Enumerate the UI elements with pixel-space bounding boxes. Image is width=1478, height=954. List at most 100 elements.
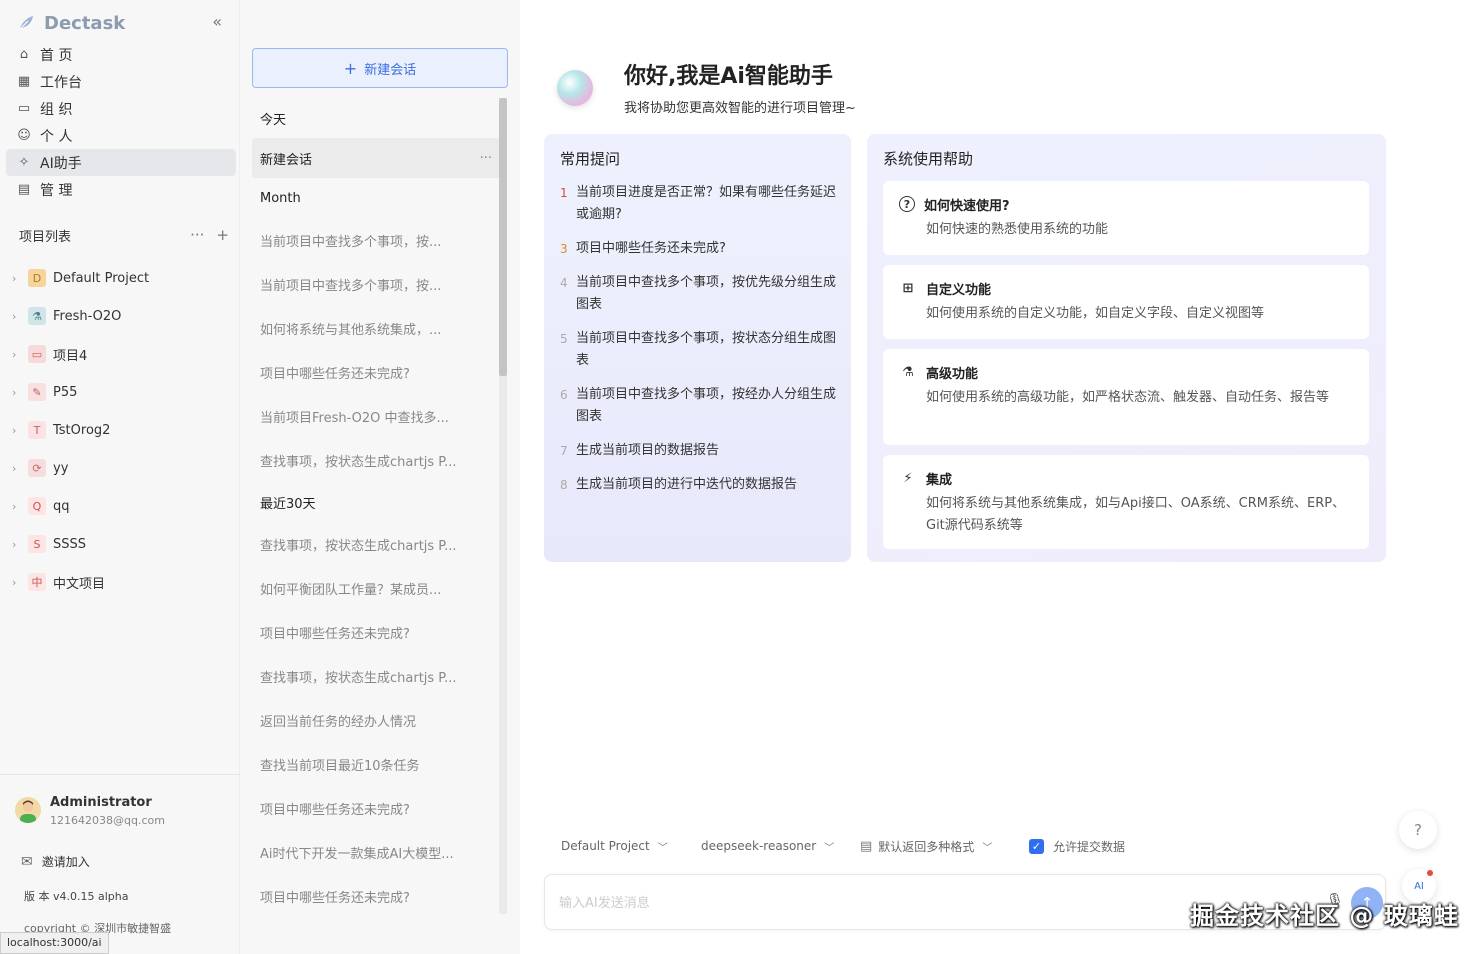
allow-submit-checkbox[interactable]: ✓ 允许提交数据 xyxy=(1029,836,1125,856)
collapse-sidebar-icon[interactable]: « xyxy=(212,12,222,31)
user-icon: ☺ xyxy=(17,128,31,143)
prompt-item[interactable]: 7 生成当前项目的数据报告 xyxy=(560,440,836,462)
project-select[interactable]: Default Project ﹀ xyxy=(561,836,668,856)
nav-item-label: 管 理 xyxy=(40,182,73,199)
project-badge-icon: ⚗ xyxy=(28,307,46,325)
format-select[interactable]: ▤ 默认返回多种格式 ﹀ xyxy=(860,836,992,856)
conversation-item[interactable]: 当前项目Fresh-O2O 中查找多... xyxy=(252,394,500,438)
manage-icon: ▤ xyxy=(17,182,31,197)
message-input[interactable] xyxy=(559,891,1299,915)
grid-icon: ▦ xyxy=(17,74,31,89)
conversation-label: 新建会话 xyxy=(260,152,313,168)
project-item[interactable]: › T TstOrog2 xyxy=(12,411,232,449)
chevron-right-icon[interactable]: › xyxy=(12,424,26,437)
prompt-item[interactable]: 3 项目中哪些任务还未完成? xyxy=(560,238,836,260)
prompt-text: 项目中哪些任务还未完成? xyxy=(576,241,726,256)
chevron-right-icon[interactable]: › xyxy=(12,310,26,323)
help-item-header: ⚗ 高级功能 xyxy=(899,361,1353,383)
project-item[interactable]: › S SSSS xyxy=(12,525,232,563)
nav-item[interactable]: ✧ AI助手 xyxy=(6,149,236,176)
prompt-item[interactable]: 5 当前项目中查找多个事项，按状态分组生成图表 xyxy=(560,328,836,372)
conversation-item[interactable]: 项目中哪些任务还未完成? xyxy=(252,350,500,394)
avatar[interactable] xyxy=(15,797,41,823)
help-item[interactable]: ? 如何快速使用? 如何快速的熟悉使用系统的功能 xyxy=(883,181,1369,255)
chevron-right-icon[interactable]: › xyxy=(12,348,26,361)
conversation-item[interactable]: 当前项目中查找多个事项，按... xyxy=(252,218,500,262)
conversation-item[interactable]: 查找事项，按状态生成chartjs P... xyxy=(252,522,500,566)
scrollbar-thumb[interactable] xyxy=(499,98,507,376)
conversation-item[interactable]: Ai时代下开发一款集成AI大模型... xyxy=(252,830,500,874)
project-badge-icon: 中 xyxy=(28,573,46,591)
help-item[interactable]: ⚗ 高级功能 如何使用系统的高级功能，如严格状态流、触发器、自动任务、报告等 xyxy=(883,349,1369,445)
model-select-value: deepseek-reasoner xyxy=(701,839,817,853)
logo[interactable]: Dectask « xyxy=(16,10,224,36)
help-item[interactable]: ⊞ 自定义功能 如何使用系统的自定义功能，如自定义字段、自定义视图等 xyxy=(883,265,1369,339)
project-badge-icon: ▭ xyxy=(28,345,46,363)
more-icon[interactable]: ··· xyxy=(190,226,204,244)
prompt-item[interactable]: 6 当前项目中查找多个事项，按经办人分组生成图表 xyxy=(560,384,836,428)
help-item-description: 如何将系统与其他系统集成，如与Api接口、OA系统、CRM系统、ERP、Git源… xyxy=(926,496,1346,533)
project-item[interactable]: › ⟳ yy xyxy=(12,449,232,487)
help-item[interactable]: ⚡ 集成 如何将系统与其他系统集成，如与Api接口、OA系统、CRM系统、ERP、G… xyxy=(883,455,1369,549)
nav-item-label: AI助手 xyxy=(40,155,82,172)
conversation-item[interactable]: 项目中哪些任务还未完成? xyxy=(252,874,500,914)
custom-grid-icon: ⊞ xyxy=(902,280,914,296)
help-card: 系统使用帮助 ? 如何快速使用? 如何快速的熟悉使用系统的功能 ⊞ 自定义功能 如何使用系… xyxy=(867,134,1386,562)
project-item[interactable]: › 中中文项目 xyxy=(12,563,232,601)
chevron-down-icon: ﹀ xyxy=(982,842,993,854)
chevron-right-icon[interactable]: › xyxy=(12,462,26,475)
checkbox-checked-icon[interactable]: ✓ xyxy=(1029,838,1044,854)
project-item[interactable]: › Qqq xyxy=(12,487,232,525)
conversation-item[interactable]: 如何平衡团队工作量？某成员... xyxy=(252,566,500,610)
conversation-item[interactable]: 查找事项，按状态生成chartjs P... xyxy=(252,438,500,482)
chevron-right-icon[interactable]: › xyxy=(12,538,26,551)
chevron-right-icon[interactable]: › xyxy=(12,386,26,399)
format-select-value: 默认返回多种格式 xyxy=(878,839,975,854)
conversation-item[interactable]: 返回当前任务的经办人情况 xyxy=(252,698,500,742)
add-project-icon[interactable]: + xyxy=(216,226,229,244)
conversation-item[interactable]: 如何将系统与其他系统集成，... xyxy=(252,306,500,350)
chevron-right-icon[interactable]: › xyxy=(12,576,26,589)
chevron-right-icon[interactable]: › xyxy=(12,500,26,513)
prompt-number: 7 xyxy=(560,444,568,458)
conversation-item[interactable]: 项目中哪些任务还未完成? xyxy=(252,610,500,654)
nav-item[interactable]: ▤ 管 理 xyxy=(6,176,236,203)
project-name: TstOrog2 xyxy=(53,422,111,438)
help-float-button[interactable]: ? xyxy=(1399,811,1437,849)
flask-icon: ⚗ xyxy=(902,364,914,380)
status-bar-url: localhost:3000/ai xyxy=(0,932,109,954)
more-options-icon[interactable]: ··· xyxy=(480,151,492,166)
chevron-right-icon[interactable]: › xyxy=(12,272,26,285)
nav-item[interactable]: ☺ 个 人 xyxy=(6,122,236,149)
project-name: 项目4 xyxy=(53,348,88,364)
conversation-scrollbar[interactable] xyxy=(499,98,507,914)
project-item[interactable]: › ✎ P55 xyxy=(12,373,232,411)
conversation-item[interactable]: 查找当前项目最近10条任务 xyxy=(252,742,500,786)
watermark: 掘金技术社区 @ 玻璃蛙 xyxy=(1190,902,1459,930)
nav-item[interactable]: ▭ 组 织 xyxy=(6,95,236,122)
project-item[interactable]: › ⚗ Fresh-O2O xyxy=(12,297,232,335)
conversation-group-title: 最近30天 xyxy=(260,496,316,512)
project-item[interactable]: › ▭ 项目4 xyxy=(12,335,232,373)
nav-item[interactable]: ⌂ 首 页 xyxy=(6,41,236,68)
invite-button[interactable]: ✉ 邀请加入 xyxy=(21,853,90,870)
nav-item[interactable]: ▦ 工作台 xyxy=(6,68,236,95)
prompt-item[interactable]: 8 生成当前项目的进行中迭代的数据报告 xyxy=(560,474,836,496)
new-chat-button[interactable]: + 新建会话 xyxy=(252,48,508,88)
prompt-item[interactable]: 1 当前项目进度是否正常？如果有哪些任务延迟或逾期? xyxy=(560,182,836,226)
prompt-item[interactable]: 4 当前项目中查找多个事项，按优先级分组生成图表 xyxy=(560,272,836,316)
model-select[interactable]: deepseek-reasoner ﹀ xyxy=(701,836,834,856)
prompt-text: 当前项目进度是否正常？如果有哪些任务延迟或逾期? xyxy=(576,185,837,222)
conversation-item[interactable]: 新建会话 ··· xyxy=(252,138,500,178)
prompt-text: 当前项目中查找多个事项，按优先级分组生成图表 xyxy=(576,275,837,312)
project-item[interactable]: › D Default Project xyxy=(12,259,232,297)
conversation-item[interactable]: 当前项目中查找多个事项，按... xyxy=(252,262,500,306)
prompt-number: 3 xyxy=(560,242,568,256)
prompt-text: 当前项目中查找多个事项，按经办人分组生成图表 xyxy=(576,387,837,424)
nav-item-label: 工作台 xyxy=(40,74,82,91)
conversation-item[interactable]: 项目中哪些任务还未完成? xyxy=(252,786,500,830)
nav-item-label: 组 织 xyxy=(40,101,73,118)
project-badge-icon: Q xyxy=(28,497,46,515)
conversation-item[interactable]: 查找事项，按状态生成chartjs P... xyxy=(252,654,500,698)
chevron-down-icon: ﹀ xyxy=(657,842,668,854)
